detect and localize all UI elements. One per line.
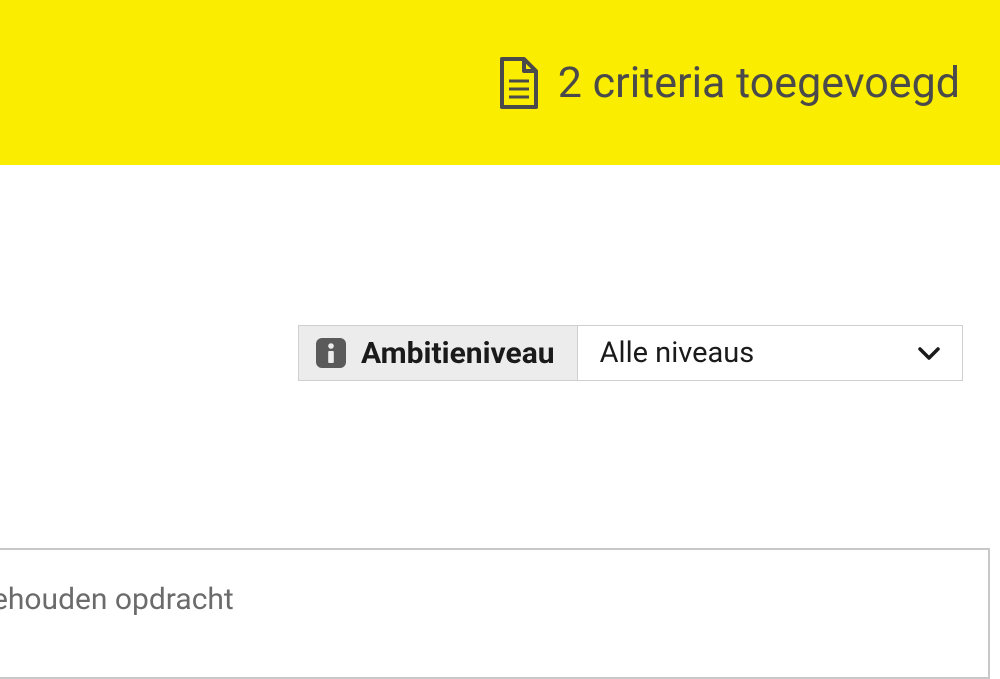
document-icon: [496, 57, 538, 109]
criteria-header-content: 2 criteria toegevoegd: [496, 57, 960, 109]
criteria-count-text: 2 criteria toegevoegd: [558, 58, 960, 108]
assignment-box: ehouden opdracht: [0, 548, 990, 679]
assignment-text: ehouden opdracht: [0, 582, 234, 617]
chevron-down-icon: [918, 346, 940, 360]
ambition-level-label: Ambitieniveau: [361, 336, 555, 371]
ambition-level-label-box: Ambitieniveau: [298, 325, 578, 381]
criteria-header-bar: 2 criteria toegevoegd: [0, 0, 1000, 165]
ambition-level-filter: Ambitieniveau Alle niveaus: [298, 325, 963, 381]
ambition-level-selected-value: Alle niveaus: [600, 336, 755, 370]
info-icon[interactable]: [315, 337, 347, 369]
ambition-level-select[interactable]: Alle niveaus: [578, 325, 963, 381]
